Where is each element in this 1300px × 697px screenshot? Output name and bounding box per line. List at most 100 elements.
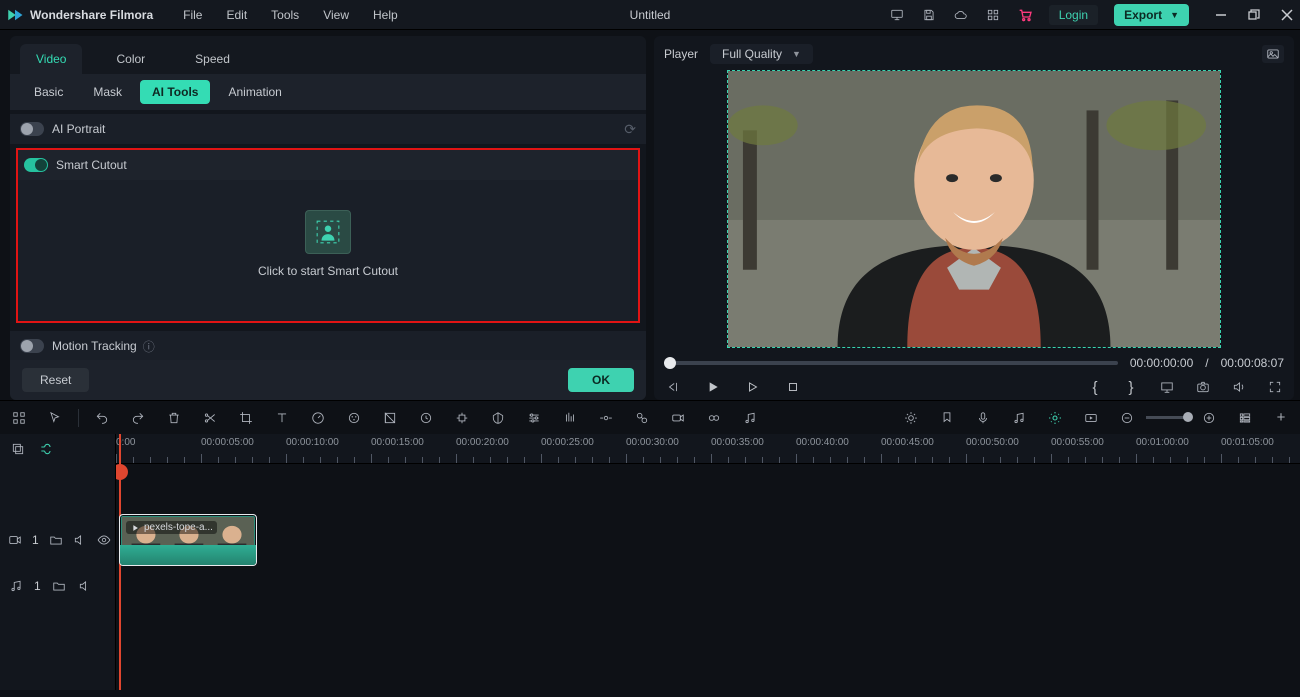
audio-stretch-icon[interactable] — [597, 409, 615, 427]
scrubber-knob[interactable] — [664, 357, 676, 369]
mic-icon[interactable] — [974, 409, 992, 427]
tab-speed[interactable]: Speed — [179, 44, 246, 74]
duplicate-icon[interactable] — [10, 441, 26, 457]
ruler-tick: 00:00:40:00 — [796, 437, 849, 448]
crop-icon[interactable] — [237, 409, 255, 427]
audio-mix-icon[interactable] — [741, 409, 759, 427]
green-screen-icon[interactable] — [381, 409, 399, 427]
folder-icon[interactable] — [49, 532, 63, 548]
zoom-slider[interactable] — [1146, 416, 1190, 419]
tab-video[interactable]: Video — [20, 44, 82, 74]
video-track[interactable]: pexels-tope-a... — [116, 514, 1300, 566]
motion-tracking-header[interactable]: Motion Tracking ⓘ — [10, 331, 646, 360]
apps-icon[interactable] — [985, 7, 1001, 23]
adjust-icon[interactable] — [525, 409, 543, 427]
timeline-add-icon[interactable]: + — [1272, 409, 1290, 427]
snapshot-toggle-icon[interactable] — [1262, 45, 1284, 63]
marker-timeline-icon[interactable] — [902, 409, 920, 427]
motion-tracking-toggle[interactable] — [20, 339, 44, 353]
menu-tools[interactable]: Tools — [271, 8, 299, 22]
ruler-tick: 00:00:55:00 — [1051, 437, 1104, 448]
cart-icon[interactable] — [1017, 7, 1033, 23]
smart-cutout-start-button[interactable] — [305, 210, 351, 254]
subtab-mask[interactable]: Mask — [81, 80, 134, 104]
delete-icon[interactable] — [165, 409, 183, 427]
text-icon[interactable] — [273, 409, 291, 427]
video-clip[interactable]: pexels-tope-a... — [119, 514, 257, 566]
menu-file[interactable]: File — [183, 8, 202, 22]
pointer-tool-icon[interactable] — [46, 409, 64, 427]
login-button[interactable]: Login — [1049, 5, 1098, 25]
preview-area[interactable] — [727, 70, 1221, 348]
render-icon[interactable] — [1082, 409, 1100, 427]
info-icon[interactable]: ⓘ — [143, 338, 155, 355]
close-button[interactable] — [1279, 7, 1294, 22]
stop-button[interactable] — [784, 378, 802, 396]
group-icon[interactable] — [633, 409, 651, 427]
tab-color[interactable]: Color — [100, 44, 161, 74]
timeline-view-icon[interactable] — [1236, 409, 1254, 427]
save-icon[interactable] — [921, 7, 937, 23]
timeline-ruler[interactable]: 0:0000:00:05:0000:00:10:0000:00:15:0000:… — [116, 434, 1300, 464]
desktop-icon[interactable] — [889, 7, 905, 23]
subtab-animation[interactable]: Animation — [216, 80, 293, 104]
menu-edit[interactable]: Edit — [226, 8, 247, 22]
play-button[interactable] — [704, 378, 722, 396]
minimize-button[interactable] — [1213, 7, 1228, 22]
motion-icon[interactable] — [453, 409, 471, 427]
menu-help[interactable]: Help — [373, 8, 398, 22]
magnet-icon[interactable] — [38, 441, 54, 457]
visibility-icon[interactable] — [97, 532, 111, 548]
audio-track-icon[interactable] — [8, 578, 24, 594]
zoom-in-icon[interactable] — [1200, 409, 1218, 427]
keyframe-tool-icon[interactable] — [417, 409, 435, 427]
menu-view[interactable]: View — [323, 8, 349, 22]
undo-icon[interactable] — [93, 409, 111, 427]
reset-button[interactable]: Reset — [22, 368, 89, 392]
audio-beat-icon[interactable] — [561, 409, 579, 427]
subtab-ai-tools[interactable]: AI Tools — [140, 80, 210, 104]
mark-in-button[interactable]: { — [1086, 378, 1104, 396]
auto-reframe-icon[interactable] — [1046, 409, 1064, 427]
marker-icon[interactable] — [938, 409, 956, 427]
fullscreen-icon[interactable] — [1266, 378, 1284, 396]
ai-portrait-toggle[interactable] — [20, 122, 44, 136]
screen-icon[interactable] — [1158, 378, 1176, 396]
mute-icon[interactable] — [77, 578, 93, 594]
smart-cutout-header[interactable]: Smart Cutout — [18, 150, 638, 180]
volume-icon[interactable] — [1230, 378, 1248, 396]
zoom-out-icon[interactable] — [1118, 409, 1136, 427]
ai-portrait-header[interactable]: AI Portrait ⟳ — [10, 114, 646, 144]
quality-dropdown[interactable]: Full Quality ▼ — [710, 44, 813, 64]
zoom-slider-knob[interactable] — [1183, 412, 1193, 422]
redo-icon[interactable] — [129, 409, 147, 427]
mask-tool-icon[interactable] — [489, 409, 507, 427]
ruler-tick: 00:00:15:00 — [371, 437, 424, 448]
mute-icon[interactable] — [73, 532, 87, 548]
color-icon[interactable] — [345, 409, 363, 427]
maximize-button[interactable] — [1246, 7, 1261, 22]
ok-button[interactable]: OK — [568, 368, 634, 392]
section-reset-icon[interactable]: ⟳ — [624, 121, 636, 138]
quality-value: Full Quality — [722, 47, 782, 61]
smart-cutout-toggle[interactable] — [24, 158, 48, 172]
export-label: Export — [1124, 8, 1162, 22]
speed-icon[interactable] — [309, 409, 327, 427]
video-track-icon[interactable] — [8, 532, 22, 548]
selection-tool-icon[interactable] — [10, 409, 28, 427]
camera-icon[interactable] — [1194, 378, 1212, 396]
audio-mixer-icon[interactable] — [1010, 409, 1028, 427]
mark-out-button[interactable]: } — [1122, 378, 1140, 396]
prev-frame-button[interactable] — [664, 378, 682, 396]
folder-icon[interactable] — [51, 578, 67, 594]
subtab-basic[interactable]: Basic — [22, 80, 75, 104]
record-icon[interactable] — [669, 409, 687, 427]
play-forward-button[interactable] — [744, 378, 762, 396]
cloud-icon[interactable] — [953, 7, 969, 23]
timeline-content[interactable]: 0:0000:00:05:0000:00:10:0000:00:15:0000:… — [116, 434, 1300, 690]
player-label: Player — [664, 47, 698, 61]
scrubber-track[interactable] — [664, 361, 1118, 365]
split-icon[interactable] — [201, 409, 219, 427]
link-icon[interactable] — [705, 409, 723, 427]
export-button[interactable]: Export ▼ — [1114, 4, 1189, 26]
